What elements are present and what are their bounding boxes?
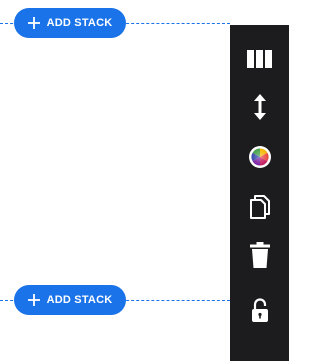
color-picker-button[interactable] — [230, 139, 289, 175]
add-stack-label: ADD STACK — [46, 17, 113, 29]
duplicate-button[interactable] — [230, 189, 289, 225]
lock-toggle-button[interactable] — [230, 293, 289, 329]
unlock-icon — [251, 298, 268, 322]
columns-icon — [247, 50, 272, 68]
add-stack-label: ADD STACK — [46, 294, 113, 306]
trash-icon — [249, 242, 270, 268]
add-stack-button-top[interactable]: ADD STACK — [14, 8, 126, 38]
vertical-resize-icon — [253, 94, 266, 120]
stack-toolbar — [230, 25, 289, 361]
color-wheel-icon — [248, 146, 271, 168]
add-stack-button-bottom[interactable]: ADD STACK — [14, 285, 126, 315]
plus-icon — [27, 294, 40, 306]
delete-button[interactable] — [230, 237, 289, 273]
plus-icon — [27, 17, 40, 29]
columns-layout-button[interactable] — [230, 41, 289, 77]
copy-icon — [249, 195, 270, 219]
resize-height-button[interactable] — [230, 89, 289, 125]
